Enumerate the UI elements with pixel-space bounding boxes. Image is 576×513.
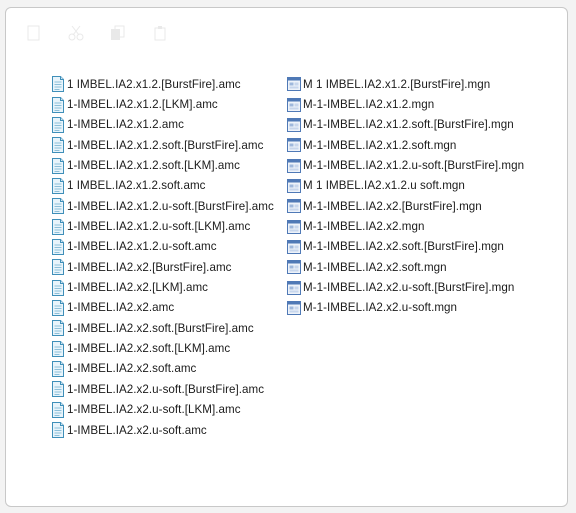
file-name: M-1-IMBEL.IA2.x2.u-soft.[BurstFire].mgn: [303, 281, 515, 295]
file-name: 1-IMBEL.IA2.x1.2.u-soft.amc: [67, 240, 217, 254]
amc-file-icon: [52, 422, 64, 439]
file-item[interactable]: M-1-IMBEL.IA2.x1.2.u-soft.[BurstFire].mg…: [287, 155, 524, 175]
mgn-file-icon: [287, 117, 301, 132]
new-icon[interactable]: [26, 25, 42, 41]
file-item[interactable]: 1-IMBEL.IA2.x2.soft.[LKM].amc: [51, 338, 274, 358]
file-item[interactable]: M 1 IMBEL.IA2.x1.2.[BurstFire].mgn: [287, 74, 524, 94]
mgn-file-icon: [287, 260, 301, 275]
paste-icon[interactable]: [152, 25, 168, 41]
file-name: 1-IMBEL.IA2.x2.u-soft.[BurstFire].amc: [67, 382, 265, 396]
file-item[interactable]: M-1-IMBEL.IA2.x1.2.soft.[BurstFire].mgn: [287, 115, 524, 135]
file-item[interactable]: M-1-IMBEL.IA2.x2.u-soft.mgn: [287, 298, 524, 318]
mgn-file-icon: [287, 77, 301, 92]
file-name: 1-IMBEL.IA2.x2.soft.[BurstFire].amc: [67, 321, 254, 335]
file-item[interactable]: 1-IMBEL.IA2.x1.2.u-soft.[LKM].amc: [51, 216, 274, 236]
amc-file-icon: [52, 116, 64, 133]
file-item[interactable]: M 1 IMBEL.IA2.x1.2.u soft.mgn: [287, 176, 524, 196]
file-item[interactable]: 1-IMBEL.IA2.x1.2.soft.[BurstFire].amc: [51, 135, 274, 155]
file-item[interactable]: 1 IMBEL.IA2.x1.2.[BurstFire].amc: [51, 74, 274, 94]
mgn-file-icon: [287, 199, 301, 214]
file-item[interactable]: M-1-IMBEL.IA2.x2.soft.[BurstFire].mgn: [287, 237, 524, 257]
file-name: M-1-IMBEL.IA2.x2.mgn: [303, 220, 425, 234]
file-name: 1-IMBEL.IA2.x2.[LKM].amc: [67, 281, 209, 295]
mgn-file-icon: [287, 219, 301, 234]
file-name: 1-IMBEL.IA2.x1.2.u-soft.[LKM].amc: [67, 220, 251, 234]
file-item[interactable]: M-1-IMBEL.IA2.x2.u-soft.[BurstFire].mgn: [287, 277, 524, 297]
file-item[interactable]: 1-IMBEL.IA2.x1.2.u-soft.amc: [51, 237, 274, 257]
file-item[interactable]: 1-IMBEL.IA2.x2.[BurstFire].amc: [51, 257, 274, 277]
file-item[interactable]: 1-IMBEL.IA2.x1.2.[LKM].amc: [51, 94, 274, 114]
file-item[interactable]: 1-IMBEL.IA2.x2.u-soft.amc: [51, 420, 274, 440]
file-name: 1-IMBEL.IA2.x1.2.soft.[LKM].amc: [67, 159, 240, 173]
file-item[interactable]: 1-IMBEL.IA2.x2.amc: [51, 298, 274, 318]
file-name: 1-IMBEL.IA2.x2.soft.[LKM].amc: [67, 342, 231, 356]
file-name: 1-IMBEL.IA2.x2.u-soft.amc: [67, 423, 207, 437]
file-item[interactable]: 1-IMBEL.IA2.x2.[LKM].amc: [51, 277, 274, 297]
file-column-amc: 1 IMBEL.IA2.x1.2.[BurstFire].amc 1-IMBEL.…: [51, 74, 274, 440]
file-item[interactable]: M-1-IMBEL.IA2.x1.2.soft.mgn: [287, 135, 524, 155]
mgn-file-icon: [287, 280, 301, 295]
file-name: M-1-IMBEL.IA2.x2.soft.mgn: [303, 260, 447, 274]
mgn-file-icon: [287, 239, 301, 254]
file-name: M 1 IMBEL.IA2.x1.2.u soft.mgn: [303, 179, 465, 193]
file-item[interactable]: 1-IMBEL.IA2.x2.soft.[BurstFire].amc: [51, 318, 274, 338]
file-column-mgn: M 1 IMBEL.IA2.x1.2.[BurstFire].mgn M-1-IM…: [287, 74, 524, 318]
file-item[interactable]: M-1-IMBEL.IA2.x2.soft.mgn: [287, 257, 524, 277]
file-item[interactable]: 1-IMBEL.IA2.x1.2.soft.[LKM].amc: [51, 155, 274, 175]
amc-file-icon: [52, 198, 64, 215]
mgn-file-icon: [287, 300, 301, 315]
file-name: 1-IMBEL.IA2.x1.2.u-soft.[BurstFire].amc: [67, 199, 274, 213]
file-item[interactable]: M-1-IMBEL.IA2.x1.2.mgn: [287, 94, 524, 114]
file-name: M 1 IMBEL.IA2.x1.2.[BurstFire].mgn: [303, 77, 491, 91]
mgn-file-icon: [287, 178, 301, 193]
file-name: M-1-IMBEL.IA2.x2.soft.[BurstFire].mgn: [303, 240, 504, 254]
file-item[interactable]: 1-IMBEL.IA2.x2.u-soft.[BurstFire].amc: [51, 379, 274, 399]
file-item[interactable]: 1-IMBEL.IA2.x1.2.u-soft.[BurstFire].amc: [51, 196, 274, 216]
file-name: M-1-IMBEL.IA2.x1.2.u-soft.[BurstFire].mg…: [303, 159, 525, 173]
amc-file-icon: [52, 177, 64, 194]
file-name: 1-IMBEL.IA2.x1.2.amc: [67, 118, 184, 132]
file-item[interactable]: M-1-IMBEL.IA2.x2.[BurstFire].mgn: [287, 196, 524, 216]
toolbar: [26, 18, 168, 48]
file-name: 1-IMBEL.IA2.x2.[BurstFire].amc: [67, 260, 232, 274]
file-item[interactable]: M-1-IMBEL.IA2.x2.mgn: [287, 216, 524, 236]
file-name: M-1-IMBEL.IA2.x1.2.soft.[BurstFire].mgn: [303, 118, 514, 132]
amc-file-icon: [52, 76, 64, 93]
mgn-file-icon: [287, 97, 301, 112]
amc-file-icon: [52, 401, 64, 418]
cut-icon[interactable]: [68, 25, 84, 41]
file-name: M-1-IMBEL.IA2.x1.2.soft.mgn: [303, 138, 457, 152]
amc-file-icon: [52, 320, 64, 337]
mgn-file-icon: [287, 138, 301, 153]
file-item[interactable]: 1 IMBEL.IA2.x1.2.soft.amc: [51, 176, 274, 196]
copy-icon[interactable]: [110, 25, 126, 41]
file-name: 1-IMBEL.IA2.x2.soft.amc: [67, 362, 197, 376]
file-name: 1-IMBEL.IA2.x2.amc: [67, 301, 175, 315]
file-name: M-1-IMBEL.IA2.x2.[BurstFire].mgn: [303, 199, 482, 213]
amc-file-icon: [52, 157, 64, 174]
amc-file-icon: [52, 259, 64, 276]
file-name: 1-IMBEL.IA2.x2.u-soft.[LKM].amc: [67, 403, 241, 417]
amc-file-icon: [52, 340, 64, 357]
amc-file-icon: [52, 360, 64, 377]
amc-file-icon: [52, 381, 64, 398]
file-name: 1 IMBEL.IA2.x1.2.soft.amc: [67, 179, 206, 193]
amc-file-icon: [52, 137, 64, 154]
file-item[interactable]: 1-IMBEL.IA2.x1.2.amc: [51, 115, 274, 135]
file-name: 1-IMBEL.IA2.x1.2.[LKM].amc: [67, 98, 218, 112]
file-item[interactable]: 1-IMBEL.IA2.x2.u-soft.[LKM].amc: [51, 400, 274, 420]
file-name: 1 IMBEL.IA2.x1.2.[BurstFire].amc: [67, 77, 241, 91]
amc-file-icon: [52, 218, 64, 235]
file-name: M-1-IMBEL.IA2.x2.u-soft.mgn: [303, 301, 458, 315]
amc-file-icon: [52, 96, 64, 113]
file-name: 1-IMBEL.IA2.x1.2.soft.[BurstFire].amc: [67, 138, 264, 152]
file-name: M-1-IMBEL.IA2.x1.2.mgn: [303, 98, 435, 112]
amc-file-icon: [52, 279, 64, 296]
file-explorer-window: 1 IMBEL.IA2.x1.2.[BurstFire].amc 1-IMBEL.…: [5, 7, 568, 507]
amc-file-icon: [52, 238, 64, 255]
amc-file-icon: [52, 299, 64, 316]
file-item[interactable]: 1-IMBEL.IA2.x2.soft.amc: [51, 359, 274, 379]
mgn-file-icon: [287, 158, 301, 173]
